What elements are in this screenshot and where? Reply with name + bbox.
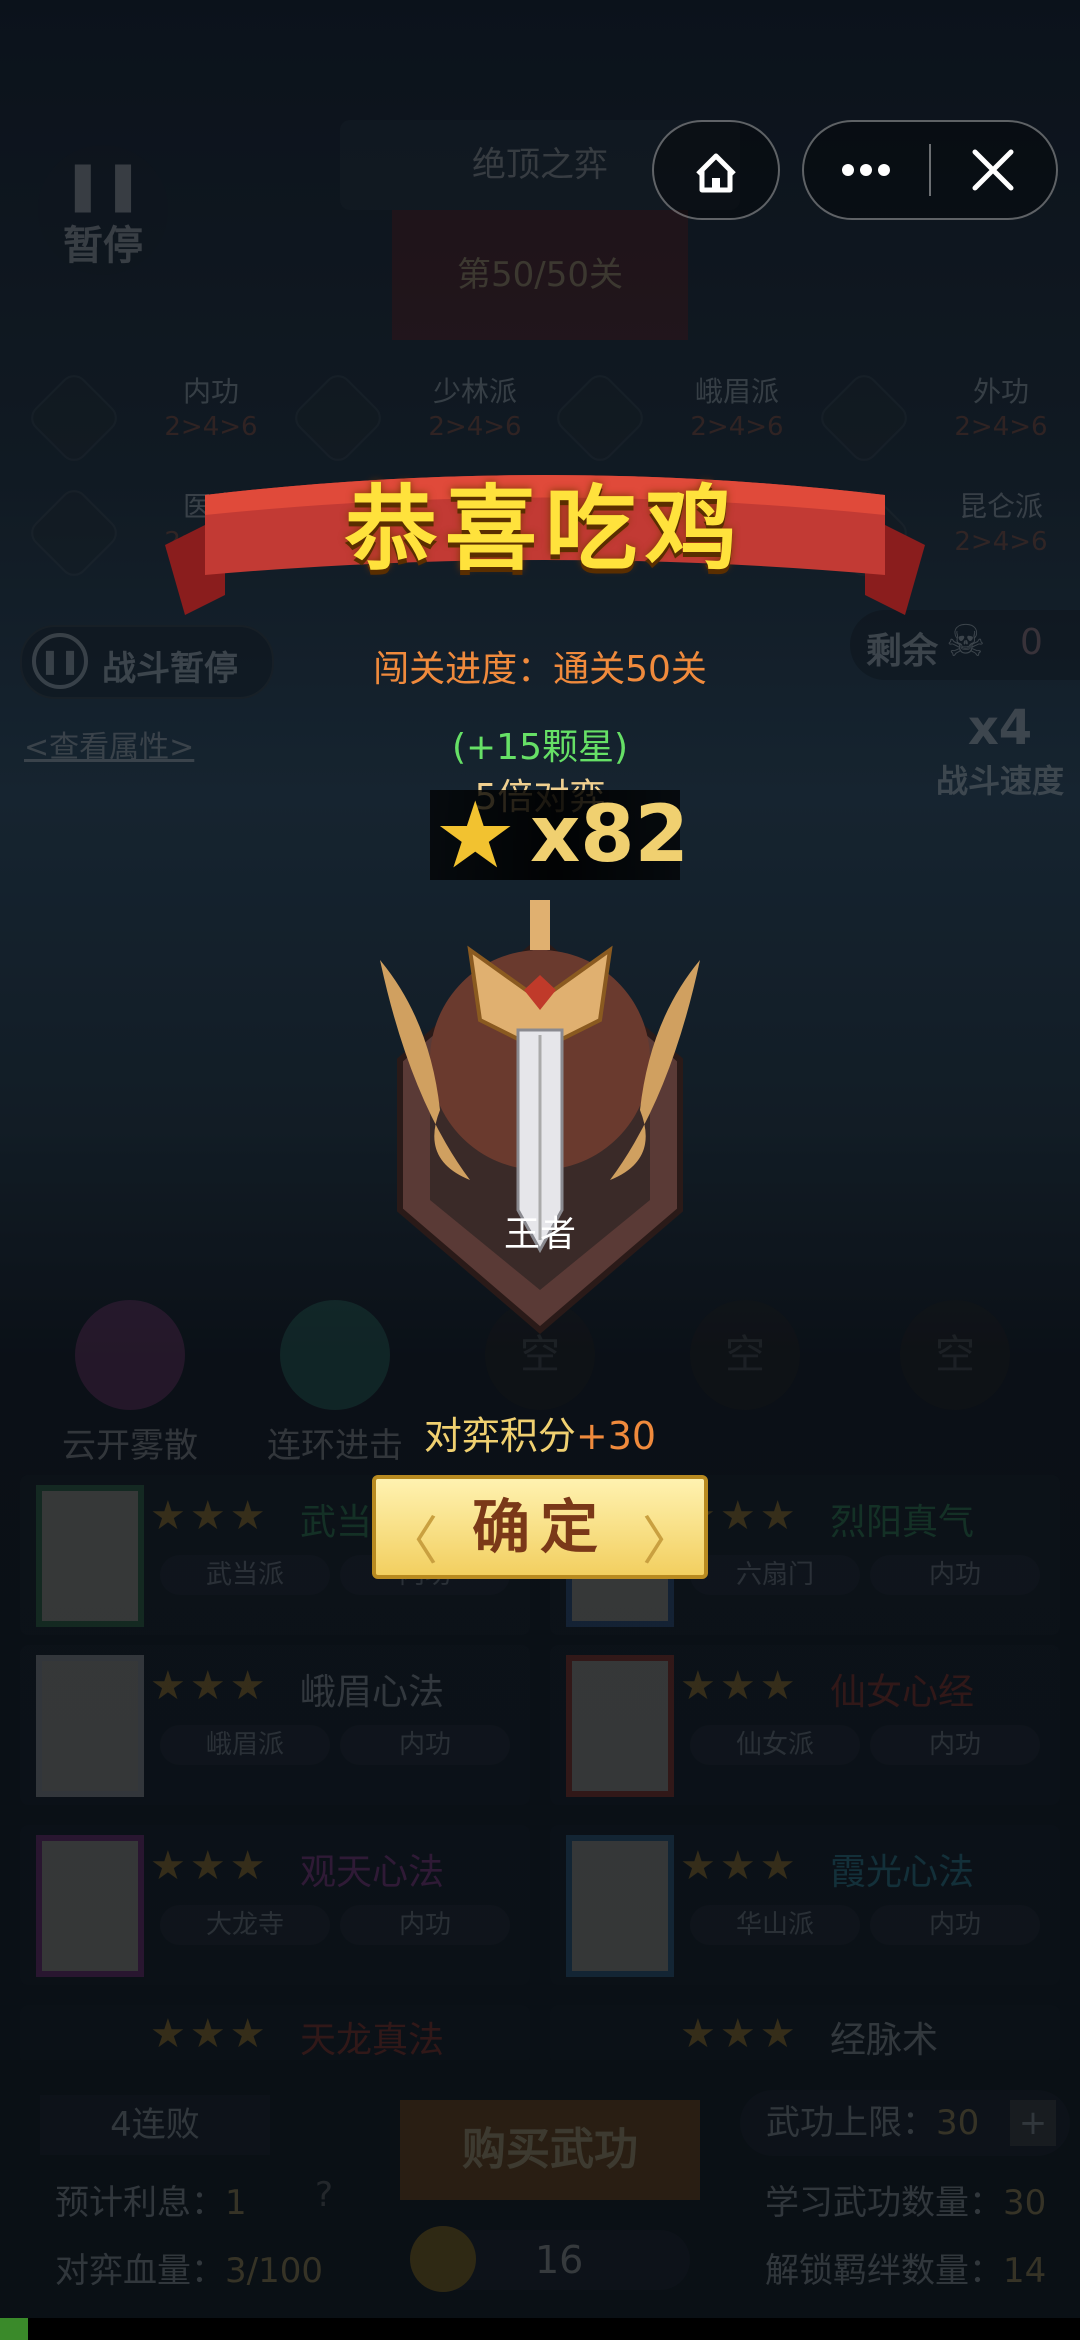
confirm-button[interactable]: 〈 确定 〉 (372, 1475, 708, 1579)
star-count: x82 (530, 790, 689, 880)
bottom-edge-strip (0, 2318, 1080, 2340)
confirm-label: 确定 (471, 1493, 608, 1561)
home-icon (696, 153, 736, 193)
more-options-button[interactable] (804, 122, 929, 218)
progress-sliver (0, 2318, 28, 2340)
home-button[interactable] (652, 120, 780, 220)
progress-label: 闯关进度： (373, 649, 554, 690)
star-icon: ★ (434, 782, 517, 889)
capsule-menu (802, 120, 1058, 220)
rank-name: 王者 (503, 1214, 576, 1255)
more-icon (842, 164, 890, 176)
progress-value: 通关50关 (553, 649, 707, 690)
score-label: 对弈积分 (423, 1414, 576, 1458)
score-gain: 对弈积分+30 (0, 1405, 1080, 1460)
close-icon (972, 149, 1014, 191)
star-bonus: (+15颗星) (451, 727, 629, 768)
victory-title: 恭喜吃鸡 (344, 475, 745, 583)
star-count-badge: ★ x82 (430, 782, 689, 889)
chevron-left-icon: 〈 (386, 1512, 439, 1572)
close-button[interactable] (931, 122, 1056, 218)
score-value: +30 (575, 1414, 657, 1458)
clear-progress: 闯关进度：通关50关 (0, 640, 1080, 692)
king-rank-emblem (380, 900, 700, 1334)
chevron-right-icon: 〉 (641, 1512, 694, 1572)
